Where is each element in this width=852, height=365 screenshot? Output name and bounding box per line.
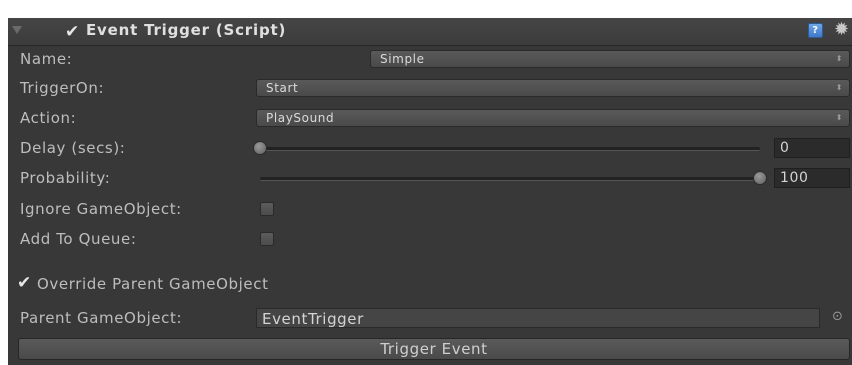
action-dropdown[interactable]: PlaySound ⬍ (256, 109, 850, 127)
override-parent-label: Override Parent GameObject (37, 275, 269, 293)
foldout-arrow-icon[interactable] (12, 26, 22, 34)
row-probability: Probability: 100 (8, 167, 852, 189)
override-parent-checkbox[interactable]: ✔ (17, 273, 32, 293)
ignore-gameobject-label: Ignore GameObject: (20, 200, 182, 218)
probability-slider-track[interactable] (260, 177, 760, 181)
name-dropdown-value: Simple (380, 52, 425, 66)
parent-gameobject-field[interactable]: EventTrigger (256, 308, 820, 328)
row-add-to-queue: Add To Queue: (8, 228, 852, 250)
trigger-event-button[interactable]: Trigger Event (18, 338, 850, 360)
trigger-on-value: Start (266, 81, 299, 95)
probability-label: Probability: (20, 169, 111, 187)
add-to-queue-label: Add To Queue: (20, 230, 137, 248)
object-picker-icon[interactable]: ⊙ (832, 309, 844, 324)
inspector-panel: ✔ Event Trigger (Script) ? ✹ Name: Simpl… (8, 18, 852, 365)
component-title: Event Trigger (Script) (86, 21, 287, 39)
gear-icon[interactable]: ✹ (834, 19, 850, 40)
row-delay: Delay (secs): 0 (8, 137, 852, 159)
delay-input[interactable]: 0 (774, 138, 850, 158)
name-label: Name: (20, 50, 73, 68)
row-action: Action: PlaySound ⬍ (8, 107, 852, 129)
dropdown-arrows-icon: ⬍ (835, 54, 843, 63)
dropdown-arrows-icon: ⬍ (835, 83, 843, 92)
ignore-gameobject-checkbox[interactable] (260, 202, 274, 216)
row-ignore-gameobject: Ignore GameObject: (8, 198, 852, 220)
probability-input[interactable]: 100 (774, 168, 850, 188)
trigger-on-label: TriggerOn: (20, 79, 105, 97)
action-value: PlaySound (266, 111, 335, 125)
delay-label: Delay (secs): (20, 139, 126, 157)
parent-gameobject-label: Parent GameObject: (20, 309, 183, 327)
dropdown-arrows-icon: ⬍ (835, 113, 843, 122)
row-name: Name: Simple ⬍ (8, 48, 852, 70)
row-override-parent: ✔ Override Parent GameObject (8, 273, 852, 295)
delay-slider-track[interactable] (260, 147, 760, 151)
name-dropdown[interactable]: Simple ⬍ (370, 50, 850, 68)
component-header[interactable]: ✔ Event Trigger (Script) ? ✹ (8, 18, 852, 46)
trigger-on-dropdown[interactable]: Start ⬍ (256, 79, 850, 97)
row-trigger-on: TriggerOn: Start ⬍ (8, 77, 852, 99)
add-to-queue-checkbox[interactable] (260, 232, 274, 246)
component-enabled-checkbox[interactable]: ✔ (65, 22, 80, 42)
row-parent-gameobject: Parent GameObject: EventTrigger ⊙ (8, 307, 852, 329)
help-icon[interactable]: ? (808, 23, 823, 38)
probability-slider-thumb[interactable] (753, 171, 767, 185)
action-label: Action: (20, 109, 77, 127)
delay-slider-thumb[interactable] (253, 141, 267, 155)
